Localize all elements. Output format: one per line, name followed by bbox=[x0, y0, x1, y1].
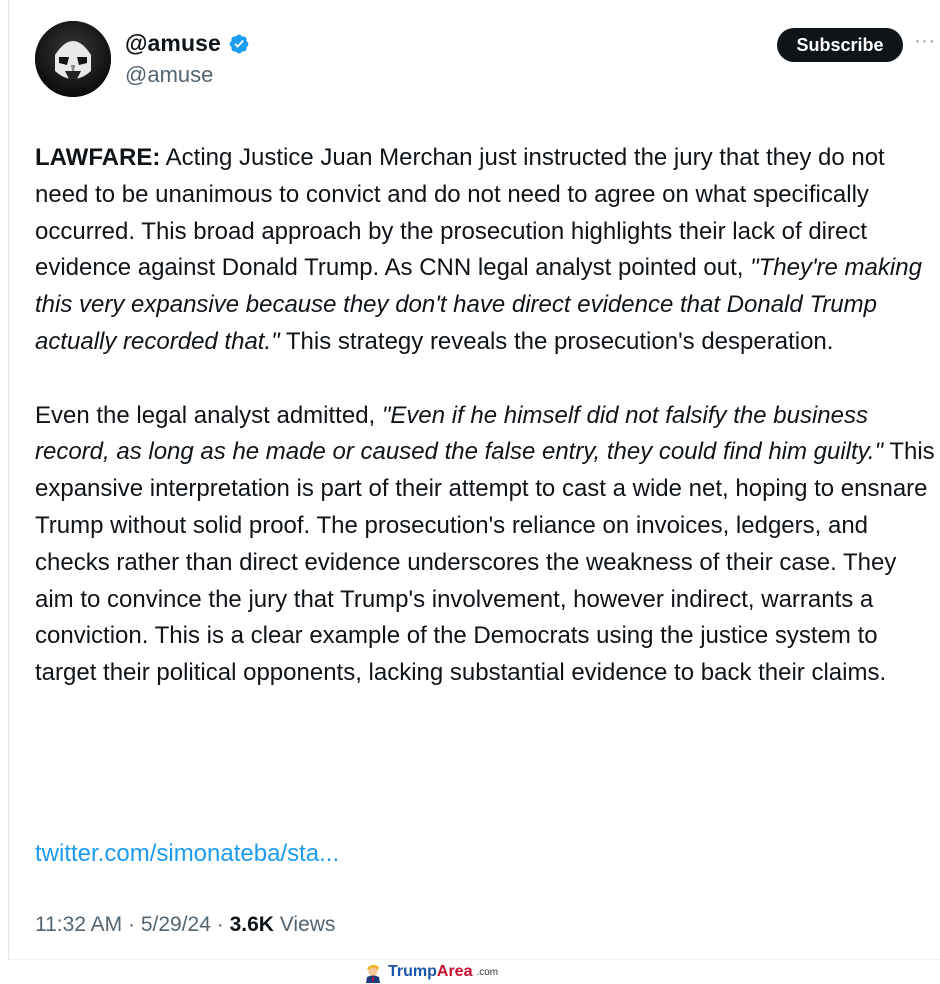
tweet-time[interactable]: 11:32 AM bbox=[35, 913, 122, 936]
author-handle[interactable]: @amuse bbox=[125, 62, 213, 88]
author-display-name[interactable]: @amuse bbox=[125, 30, 221, 57]
tweet-paragraph-1: LAWFARE: Acting Justice Juan Merchan jus… bbox=[35, 140, 935, 361]
tweet-text-segment: Even the legal analyst admitted, bbox=[35, 401, 382, 429]
watermark-text-part1: Trump bbox=[388, 963, 437, 980]
stormtrooper-avatar-icon bbox=[35, 21, 111, 97]
avatar[interactable] bbox=[35, 21, 111, 97]
trump-mascot-icon bbox=[366, 964, 380, 983]
watermark: TrumpArea .com bbox=[362, 960, 498, 984]
more-options-icon[interactable]: ··· bbox=[914, 30, 935, 53]
tweet-meta: 11:32 AM · 5/29/24 · 3.6K Views bbox=[35, 913, 335, 937]
verified-badge-icon bbox=[229, 34, 249, 53]
tweet-paragraph-2: Even the legal analyst admitted, "Even i… bbox=[35, 398, 935, 692]
watermark-suffix: .com bbox=[476, 966, 499, 978]
tweet-text-segment: This expansive interpretation is part of… bbox=[35, 438, 935, 687]
tweet-link[interactable]: twitter.com/simonateba/sta... bbox=[35, 840, 339, 868]
tweet-text: LAWFARE: Acting Justice Juan Merchan jus… bbox=[35, 140, 935, 692]
lawfare-label: LAWFARE: bbox=[35, 144, 161, 171]
subscribe-button[interactable]: Subscribe bbox=[777, 28, 903, 62]
watermark-text-part2: Area bbox=[436, 963, 473, 980]
tweet-date[interactable]: 5/29/24 bbox=[141, 913, 211, 936]
author-name-row[interactable]: @amuse bbox=[125, 30, 250, 57]
left-border bbox=[8, 0, 9, 960]
watermark-text: TrumpArea bbox=[388, 963, 472, 981]
separator: · bbox=[210, 913, 230, 936]
views-count: 3.6K bbox=[229, 913, 274, 936]
tweet-text-segment: This strategy reveals the prosecution's … bbox=[279, 327, 834, 355]
views-label: Views bbox=[273, 913, 336, 936]
separator: · bbox=[122, 913, 141, 936]
